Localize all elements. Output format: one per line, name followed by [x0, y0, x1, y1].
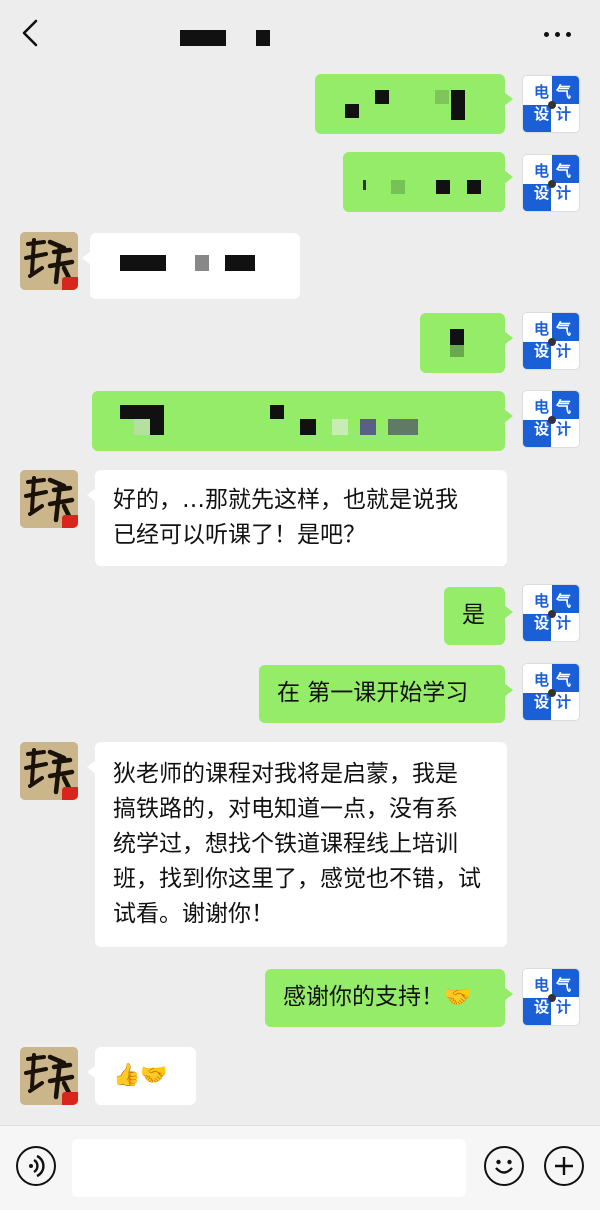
avatar-char: 设 — [534, 342, 550, 360]
message-line: 统学过，想找个铁道课程线上培训 — [113, 831, 458, 857]
avatar-char: 设 — [534, 105, 550, 123]
message-bubble-redacted[interactable] — [92, 391, 513, 451]
my-avatar[interactable]: 电气设计 — [522, 154, 580, 212]
contact-avatar[interactable] — [20, 232, 78, 290]
message-line: 狄老师的课程对我将是启蒙，我是 — [113, 761, 458, 787]
message-bubble-text[interactable]: 好的，…那就先这样，也就是说我 已经可以听课了！是吧？ — [87, 470, 507, 566]
avatar-char: 计 — [556, 105, 572, 123]
avatar-center-dot — [548, 338, 556, 346]
message-bubble-redacted[interactable] — [420, 313, 513, 373]
message-bubble-text[interactable]: 在 第一课开始学习 — [259, 665, 513, 723]
message-input[interactable] — [72, 1139, 466, 1197]
message-line: 搞铁路的，对电知道一点，没有系 — [113, 796, 458, 822]
avatar-char: 电 — [534, 592, 550, 610]
avatar-char: 计 — [556, 342, 572, 360]
voice-icon[interactable] — [16, 1146, 56, 1186]
avatar-char: 电 — [534, 398, 550, 416]
my-avatar[interactable]: 电气设计 — [522, 968, 580, 1026]
flag-badge-icon — [62, 515, 78, 528]
message-bubble-redacted[interactable] — [343, 152, 513, 212]
avatar-char: 设 — [534, 184, 550, 202]
contact-avatar[interactable] — [20, 470, 78, 528]
emoji-icon[interactable] — [484, 1146, 524, 1186]
avatar-char: 设 — [534, 693, 550, 711]
flag-badge-icon — [62, 277, 78, 290]
message-line: 试看。谢谢你！ — [113, 901, 274, 927]
message-bubble-emoji[interactable]: 👍🤝 — [87, 1047, 196, 1105]
contact-avatar[interactable] — [20, 1047, 78, 1105]
more-horizontal-icon[interactable] — [542, 24, 572, 44]
avatar-char: 电 — [534, 320, 550, 338]
handshake-emoji: 🤝 — [444, 985, 472, 1010]
flag-badge-icon — [62, 787, 78, 800]
avatar-char: 设 — [534, 998, 550, 1016]
avatar-char: 电 — [534, 671, 550, 689]
input-bar — [0, 1125, 600, 1210]
avatar-char: 气 — [556, 398, 572, 416]
avatar-center-dot — [548, 610, 556, 618]
avatar-center-dot — [548, 689, 556, 697]
thumbs-up-handshake-emoji: 👍🤝 — [113, 1063, 168, 1088]
avatar-center-dot — [548, 994, 556, 1002]
avatar-char: 气 — [556, 83, 572, 101]
avatar-char: 设 — [534, 614, 550, 632]
message-line: 班，找到你这里了，感觉也不错，试 — [113, 866, 481, 892]
avatar-char: 计 — [556, 693, 572, 711]
my-avatar[interactable]: 电气设计 — [522, 75, 580, 133]
avatar-char: 气 — [556, 162, 572, 180]
avatar-char: 电 — [534, 83, 550, 101]
avatar-char: 设 — [534, 420, 550, 438]
message-line: 好的，…那就先这样，也就是说我 — [113, 487, 458, 513]
avatar-char: 计 — [556, 420, 572, 438]
avatar-char: 计 — [556, 614, 572, 632]
chevron-left-icon[interactable] — [18, 18, 44, 48]
avatar-char: 电 — [534, 162, 550, 180]
avatar-char: 计 — [556, 184, 572, 202]
message-line: 已经可以听课了！是吧？ — [113, 522, 366, 548]
message-bubble-text[interactable]: 是 — [444, 587, 513, 645]
avatar-char: 气 — [556, 976, 572, 994]
contact-avatar[interactable] — [20, 742, 78, 800]
plus-icon[interactable] — [544, 1146, 584, 1186]
my-avatar[interactable]: 电气设计 — [522, 584, 580, 642]
avatar-center-dot — [548, 180, 556, 188]
avatar-center-dot — [548, 101, 556, 109]
my-avatar[interactable]: 电气设计 — [522, 663, 580, 721]
message-bubble-redacted[interactable] — [315, 74, 513, 134]
message-bubble-redacted[interactable] — [82, 233, 300, 299]
avatar-char: 气 — [556, 671, 572, 689]
my-avatar[interactable]: 电气设计 — [522, 390, 580, 448]
message-bubble-text[interactable]: 狄老师的课程对我将是启蒙，我是 搞铁路的，对电知道一点，没有系 统学过，想找个铁… — [87, 742, 507, 947]
avatar-char: 气 — [556, 320, 572, 338]
avatar-char: 计 — [556, 998, 572, 1016]
avatar-char: 气 — [556, 592, 572, 610]
message-bubble-text[interactable]: 感谢你的支持！🤝 — [265, 969, 513, 1027]
flag-badge-icon — [62, 1092, 78, 1105]
chat-header — [0, 0, 600, 68]
my-avatar[interactable]: 电气设计 — [522, 312, 580, 370]
message-text: 感谢你的支持！ — [283, 984, 444, 1010]
avatar-center-dot — [548, 416, 556, 424]
avatar-char: 电 — [534, 976, 550, 994]
message-text: 在 第一课开始学习 — [277, 680, 469, 706]
message-text: 是 — [462, 602, 485, 628]
